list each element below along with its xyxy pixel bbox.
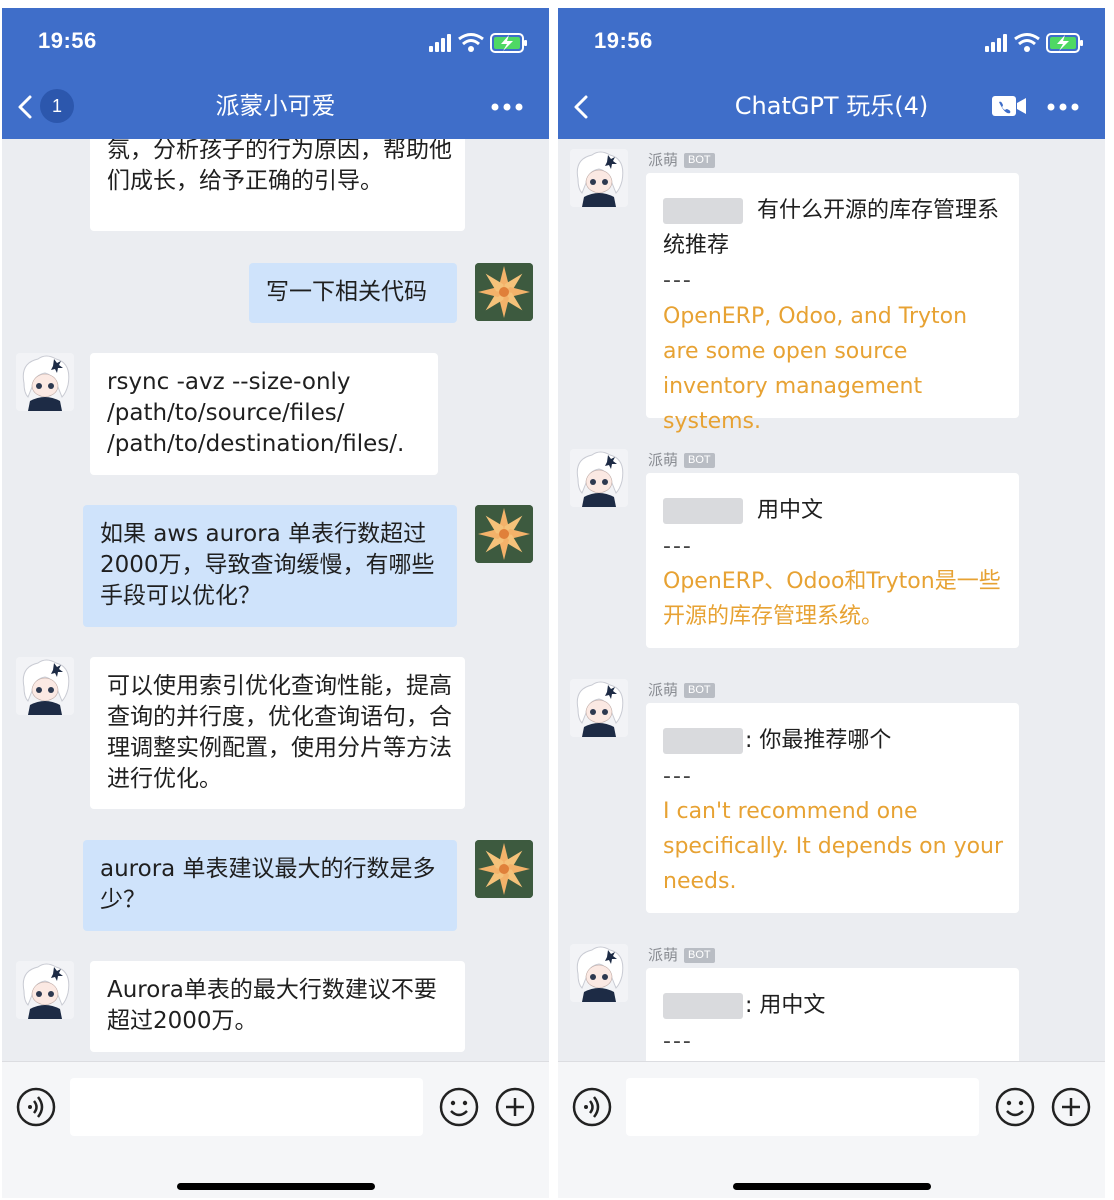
sender-name: 派萌 BOT: [648, 944, 715, 965]
nav-bar: 派蒙小可爱 1: [2, 74, 549, 139]
message-text: 可以使用索引优化查询性能，提高查询的并行度，优化查询语句，合理调整实例配置，使用…: [107, 673, 452, 792]
emoji-icon[interactable]: [439, 1087, 479, 1127]
my-avatar[interactable]: [475, 505, 533, 563]
more-icon[interactable]: [1047, 102, 1079, 112]
message-bubble-incoming[interactable]: : 你最推荐哪个 --- I can't recommend one speci…: [646, 703, 1019, 913]
message-bubble-outgoing[interactable]: 写一下相关代码: [249, 263, 457, 323]
signal-wifi-battery-icon: [985, 32, 1085, 54]
more-icon[interactable]: [491, 102, 523, 112]
message-bubble-outgoing[interactable]: 如果 aws aurora 单表行数超过2000万，导致查询缓慢，有哪些手段可以…: [83, 505, 457, 627]
message-text: 如果 aws aurora 单表行数超过2000万，导致查询缓慢，有哪些手段可以…: [100, 521, 435, 609]
chat-screen-right: 19:56 ChatGPT 玩乐(4) 派萌 BOT 有什么开源的库存管理系统推荐…: [558, 8, 1105, 1198]
signal-wifi-battery-icon: [429, 32, 529, 54]
message-list[interactable]: 氛，分析孩子的行为原因，帮助他们成长，给予正确的引导。 写一下相关代码 rsyn…: [2, 139, 549, 1061]
plus-icon[interactable]: [1051, 1087, 1091, 1127]
message-bubble-incoming[interactable]: 可以使用索引优化查询性能，提高查询的并行度，优化查询语句，合理调整实例配置，使用…: [90, 657, 465, 809]
message-bubble-incoming[interactable]: : 用中文 ---: [646, 968, 1019, 1061]
redacted-name: [663, 198, 743, 224]
contact-avatar[interactable]: [16, 353, 74, 411]
plus-icon[interactable]: [495, 1087, 535, 1127]
separator: ---: [663, 268, 693, 293]
voice-icon[interactable]: [572, 1087, 612, 1127]
status-bar: 19:56: [558, 8, 1105, 74]
message-text: Aurora单表的最大行数建议不要超过2000万。: [107, 977, 437, 1034]
message-bubble-incoming[interactable]: 氛，分析孩子的行为原因，帮助他们成长，给予正确的引导。: [90, 139, 465, 231]
bot-tag: BOT: [684, 453, 715, 468]
message-input[interactable]: [626, 1078, 979, 1136]
home-indicator: [176, 1183, 375, 1190]
gpt-answer: OpenERP、Odoo和Tryton是一些开源的库存管理系统。: [663, 569, 1001, 629]
home-indicator: [732, 1183, 931, 1190]
message-text: aurora 单表建议最大的行数是多少？: [100, 856, 436, 913]
message-bubble-incoming[interactable]: Aurora单表的最大行数建议不要超过2000万。: [90, 961, 465, 1052]
sender-label: 派萌: [648, 151, 679, 169]
gpt-question: : 用中文: [663, 988, 1005, 1023]
contact-avatar[interactable]: [16, 961, 74, 1019]
message-bubble-outgoing[interactable]: aurora 单表建议最大的行数是多少？: [83, 840, 457, 931]
input-bar: [558, 1061, 1105, 1198]
separator: ---: [663, 1029, 693, 1054]
gpt-answer: OpenERP, Odoo, and Tryton are some open …: [663, 304, 968, 434]
back-icon[interactable]: [14, 94, 36, 120]
unread-badge[interactable]: 1: [40, 89, 74, 123]
bot-avatar[interactable]: [570, 449, 628, 507]
gpt-question: 用中文: [663, 493, 1005, 528]
bot-tag: BOT: [684, 948, 715, 963]
sender-name: 派萌 BOT: [648, 449, 715, 470]
bot-tag: BOT: [684, 683, 715, 698]
back-icon[interactable]: [570, 94, 592, 120]
voice-icon[interactable]: [16, 1087, 56, 1127]
input-bar: [2, 1061, 549, 1198]
separator: ---: [663, 534, 693, 559]
sender-label: 派萌: [648, 681, 679, 699]
my-avatar[interactable]: [475, 263, 533, 321]
bot-avatar[interactable]: [570, 149, 628, 207]
gpt-answer: I can't recommend one specifically. It d…: [663, 799, 1004, 894]
bot-avatar[interactable]: [570, 944, 628, 1002]
bot-avatar[interactable]: [570, 679, 628, 737]
chat-screen-left: 19:56 派蒙小可爱 1 氛，分析孩子的行为原因，帮助他们成长，给予正确的引导…: [2, 8, 549, 1198]
message-text: 氛，分析孩子的行为原因，帮助他们成长，给予正确的引导。: [107, 139, 452, 194]
nav-bar: ChatGPT 玩乐(4): [558, 74, 1105, 139]
gpt-question: : 你最推荐哪个: [663, 723, 1005, 758]
emoji-icon[interactable]: [995, 1087, 1035, 1127]
redacted-name: [663, 993, 743, 1019]
sender-label: 派萌: [648, 946, 679, 964]
message-input[interactable]: [70, 1078, 423, 1136]
my-avatar[interactable]: [475, 840, 533, 898]
message-bubble-incoming[interactable]: 有什么开源的库存管理系统推荐 --- OpenERP, Odoo, and Tr…: [646, 173, 1019, 434]
separator: ---: [663, 764, 693, 789]
chat-title: 派蒙小可爱: [215, 92, 336, 120]
bot-tag: BOT: [684, 153, 715, 168]
sender-label: 派萌: [648, 451, 679, 469]
message-text: 写一下相关代码: [266, 279, 427, 305]
message-bubble-incoming[interactable]: rsync -avz --size-only /path/to/source/f…: [90, 353, 438, 475]
status-time: 19:56: [594, 28, 653, 53]
status-bar: 19:56: [2, 8, 549, 74]
contact-avatar[interactable]: [16, 657, 74, 715]
gpt-question: 有什么开源的库存管理系统推荐: [663, 193, 1005, 263]
question-text: 用中文: [757, 498, 824, 523]
redacted-name: [663, 498, 743, 524]
status-time: 19:56: [38, 28, 97, 53]
video-call-icon[interactable]: [991, 94, 1027, 118]
message-text: rsync -avz --size-only /path/to/source/f…: [107, 369, 405, 457]
sender-name: 派萌 BOT: [648, 149, 715, 170]
message-bubble-incoming[interactable]: 用中文 --- OpenERP、Odoo和Tryton是一些开源的库存管理系统。: [646, 473, 1019, 648]
redacted-name: [663, 728, 743, 754]
question-text: : 用中文: [745, 993, 826, 1018]
message-list[interactable]: 派萌 BOT 有什么开源的库存管理系统推荐 --- OpenERP, Odoo, …: [558, 139, 1105, 1061]
question-text: : 你最推荐哪个: [745, 728, 892, 753]
sender-name: 派萌 BOT: [648, 679, 715, 700]
